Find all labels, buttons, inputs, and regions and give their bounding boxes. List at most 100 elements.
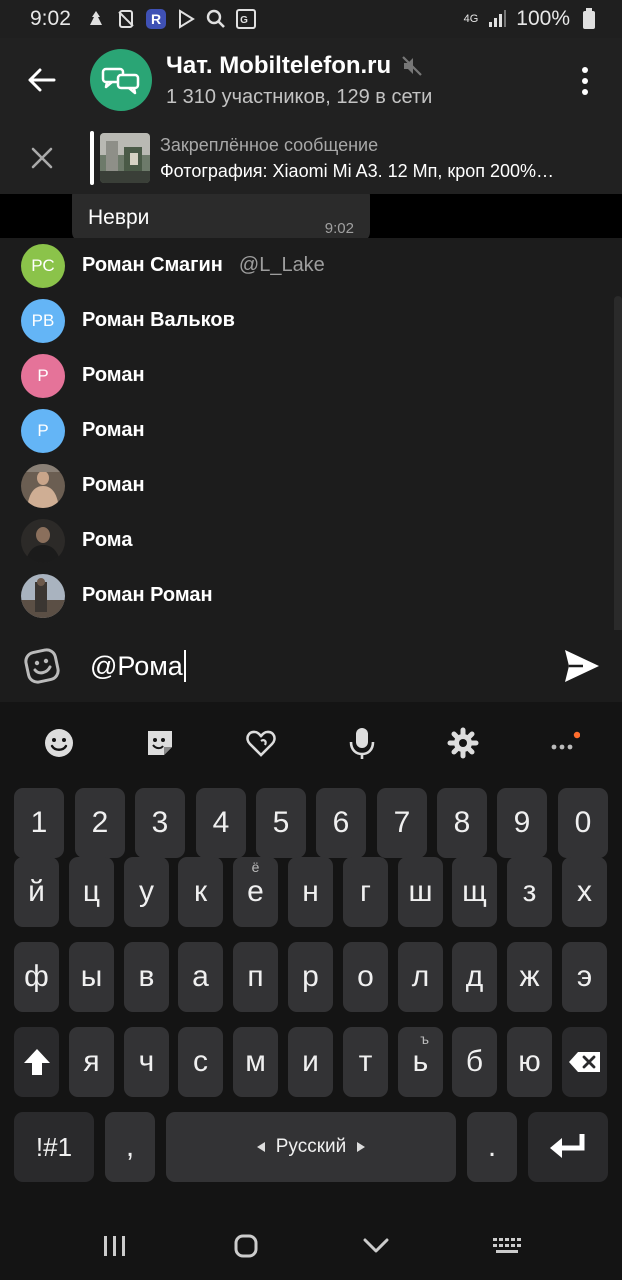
hide-keyboard-button[interactable] [346,1221,406,1271]
key-1[interactable]: 1 [14,788,64,858]
mention-username: @L_Lake [238,254,325,276]
key-в[interactable]: в [124,942,169,1012]
key-ф[interactable]: ф [14,942,59,1012]
letter-row-2: ф ы в а п р о л д ж э [0,942,622,1014]
key-е[interactable]: её [233,857,278,927]
chat-avatar[interactable] [90,49,152,111]
key-п[interactable]: п [233,942,278,1012]
key-ь[interactable]: ьъ [398,1027,443,1097]
gif-key[interactable] [237,719,285,767]
message-bubble[interactable]: Неври 9:02 [72,194,370,238]
voice-key[interactable] [338,719,386,767]
key-ж[interactable]: ж [507,942,552,1012]
system-nav-bar [0,1212,622,1280]
key-8[interactable]: 8 [437,788,487,858]
gear-icon [447,727,478,759]
key-у[interactable]: у [124,857,169,927]
key-5[interactable]: 5 [256,788,306,858]
heart-icon [245,730,276,757]
key-ы[interactable]: ы [69,942,114,1012]
key-д[interactable]: д [452,942,497,1012]
key-с[interactable]: с [178,1027,223,1097]
emoji-key[interactable] [35,719,83,767]
more-horizontal-icon [551,731,580,750]
message-input[interactable]: @Рома [84,650,542,682]
key-л[interactable]: л [398,942,443,1012]
key-о[interactable]: о [343,942,388,1012]
back-button[interactable] [0,38,84,122]
key-4[interactable]: 4 [196,788,246,858]
key-г[interactable]: г [343,857,388,927]
key-и[interactable]: и [288,1027,333,1097]
close-pinned-button[interactable] [0,122,84,194]
pinned-message[interactable]: Закреплённое сообщение Фотография: Xiaom… [0,122,622,194]
home-icon [234,1234,258,1258]
backspace-key[interactable] [562,1027,607,1097]
number-row: 1 2 3 4 5 6 7 8 9 0 [0,788,622,860]
period-key[interactable]: . [467,1112,517,1182]
settings-key[interactable] [439,719,487,767]
key-7[interactable]: 7 [377,788,427,858]
mention-item[interactable]: Роман [0,458,622,513]
key-я[interactable]: я [69,1027,114,1097]
key-э[interactable]: э [562,942,607,1012]
mention-item[interactable]: РВ Роман Вальков [0,293,622,348]
bottom-row: !#1 , Русский . [0,1112,622,1184]
key-й[interactable]: й [14,857,59,927]
mention-name: Роман Смагин [82,254,223,276]
recents-button[interactable] [85,1221,145,1271]
key-м[interactable]: м [233,1027,278,1097]
key-ш[interactable]: ш [398,857,443,927]
key-р[interactable]: р [288,942,333,1012]
key-з[interactable]: з [507,857,552,927]
chat-header: Чат. Mobiltelefon.ru 1 310 участников, 1… [0,38,622,122]
dot [582,89,588,95]
sticker-button[interactable] [0,630,84,702]
caret-left-icon [256,1142,265,1152]
key-2[interactable]: 2 [75,788,125,858]
key-3[interactable]: 3 [135,788,185,858]
comma-key[interactable]: , [105,1112,155,1182]
key-б[interactable]: б [452,1027,497,1097]
mention-name: Роман Вальков [82,309,235,331]
signal-icon [486,8,508,30]
battery-percent: 100% [516,7,570,30]
key-ч[interactable]: ч [124,1027,169,1097]
letter-row-3: я ч с м и т ьъ б ю [0,1027,622,1099]
dot [582,78,588,84]
sticker-icon [147,731,172,755]
key-hint-ё: ё [251,859,260,875]
key-ц[interactable]: ц [69,857,114,927]
space-key[interactable]: Русский [166,1112,456,1182]
mention-item[interactable]: Р Роман [0,348,622,403]
battery-icon [578,8,600,30]
key-т[interactable]: т [343,1027,388,1097]
keyboard-switch-button[interactable] [477,1221,537,1271]
pinned-text: Фотография: Xiaomi Mi A3. 12 Мп, кроп 20… [160,160,555,181]
home-button[interactable] [216,1221,276,1271]
key-х[interactable]: х [562,857,607,927]
key-к[interactable]: к [178,857,223,927]
mention-item[interactable]: Р Роман [0,403,622,458]
send-button[interactable] [542,630,622,702]
key-ю[interactable]: ю [507,1027,552,1097]
enter-key[interactable] [528,1112,608,1182]
key-9[interactable]: 9 [497,788,547,858]
symbols-key[interactable]: !#1 [14,1112,94,1182]
mention-item[interactable]: РС Роман Смагин @L_Lake [0,238,622,293]
more-options-key[interactable] [540,719,588,767]
key-а[interactable]: а [178,942,223,1012]
mention-item[interactable]: Роман Роман [0,568,622,623]
key-0[interactable]: 0 [558,788,608,858]
key-н[interactable]: н [288,857,333,927]
key-6[interactable]: 6 [316,788,366,858]
chat-info[interactable]: Чат. Mobiltelefon.ru 1 310 участников, 1… [166,52,432,109]
shift-arrow-icon [23,1049,50,1075]
more-menu-button[interactable] [570,64,600,98]
shift-key[interactable] [14,1027,59,1097]
sticker-key[interactable] [136,719,184,767]
message-time: 9:02 [324,220,354,237]
key-щ[interactable]: щ [452,857,497,927]
mention-item[interactable]: Рома [0,513,622,568]
svg-text:R: R [151,11,161,27]
